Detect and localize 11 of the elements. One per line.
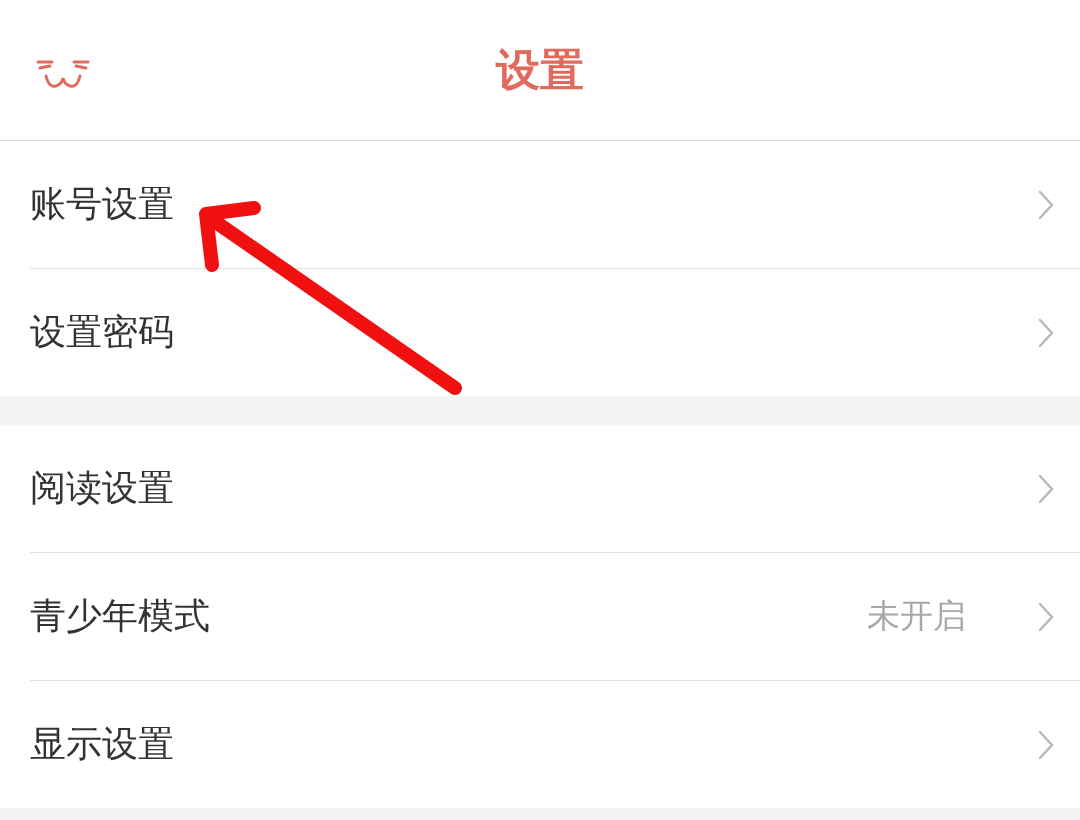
chevron-icon (1038, 317, 1054, 348)
settings-row[interactable]: 设置密码 (30, 269, 1080, 396)
screen-title: 设置 (496, 42, 584, 97)
settings-row[interactable]: 显示设置 (30, 681, 1080, 808)
settings-row[interactable]: 账号设置 (30, 141, 1080, 269)
chevron-icon (1038, 729, 1054, 760)
chevron-icon (1038, 473, 1054, 504)
settings-row[interactable]: 青少年模式 未开启 (30, 553, 1080, 681)
chevron-icon (1038, 189, 1054, 220)
settings-row[interactable]: 阅读设置 (30, 425, 1080, 553)
chevron-icon (1038, 601, 1054, 632)
